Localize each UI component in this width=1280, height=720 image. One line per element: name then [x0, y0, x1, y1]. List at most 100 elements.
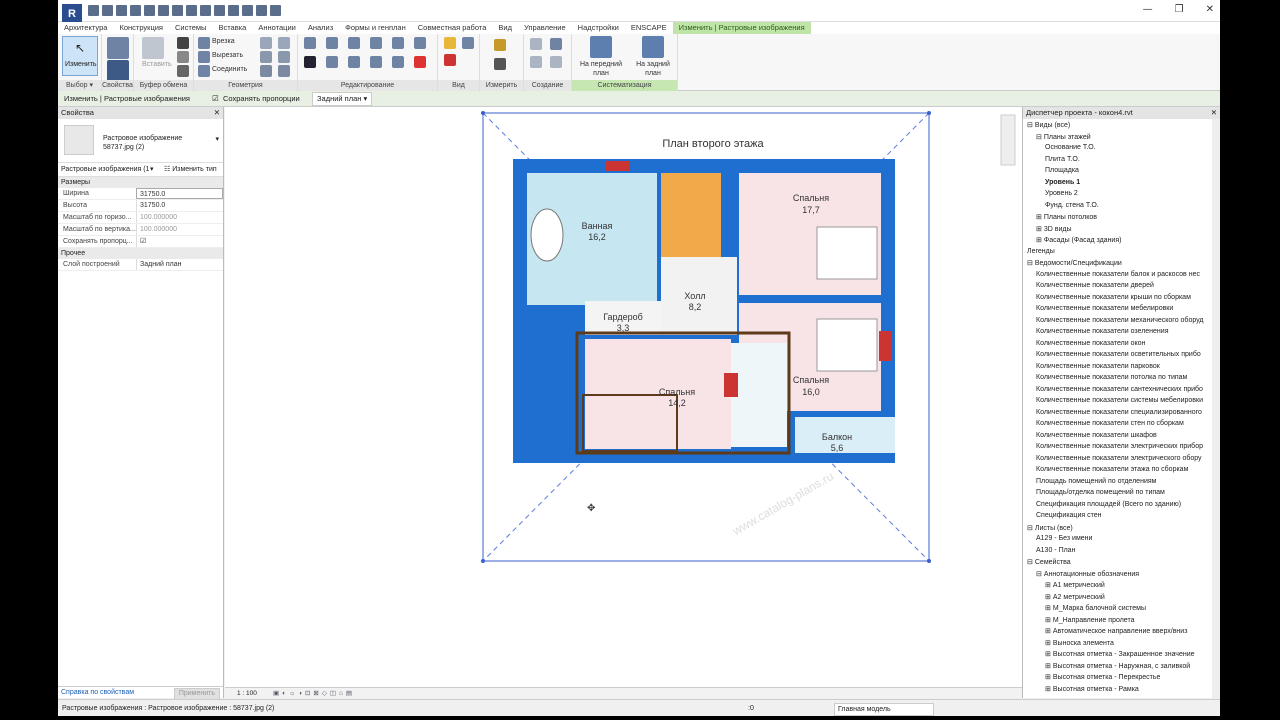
- browser-item[interactable]: Количественные показатели системы мебели…: [1036, 397, 1203, 404]
- tab-systems[interactable]: Системы: [169, 22, 212, 34]
- browser-item[interactable]: ⊟ Ведомости/Спецификации: [1027, 259, 1122, 267]
- delete-icon[interactable]: [414, 56, 426, 68]
- browser-item[interactable]: Площадь/отделка помещений по типам: [1036, 489, 1165, 496]
- browser-item[interactable]: ⊞ М_Марка балочной системы: [1045, 604, 1146, 612]
- minimize-button[interactable]: —: [1143, 4, 1153, 15]
- browser-item[interactable]: ⊞ Высотная отметка - Перекрестье: [1045, 673, 1160, 681]
- send-back-icon[interactable]: [642, 36, 664, 58]
- expand-toggle-icon[interactable]: ⊞: [1036, 214, 1042, 221]
- thin-lines-icon[interactable]: [242, 5, 253, 16]
- save-icon[interactable]: [102, 5, 113, 16]
- expand-toggle-icon[interactable]: ⊞: [1045, 594, 1051, 601]
- pin-icon[interactable]: [414, 37, 426, 49]
- expand-toggle-icon[interactable]: ⊟: [1036, 134, 1042, 141]
- browser-item[interactable]: Количественные показатели озеленения: [1036, 328, 1169, 335]
- grip-handle[interactable]: [927, 111, 931, 115]
- browser-item[interactable]: Уровень 2: [1045, 190, 1078, 197]
- section-other[interactable]: Прочее: [58, 248, 223, 259]
- properties-icon[interactable]: [107, 37, 129, 59]
- modify-button[interactable]: ↖ Изменить: [62, 36, 98, 76]
- mirror-axis-icon[interactable]: [348, 37, 360, 49]
- browser-item[interactable]: Количественные показатели механического …: [1036, 317, 1204, 324]
- browser-item[interactable]: Количественные показатели дверей: [1036, 282, 1154, 289]
- switch-windows-icon[interactable]: [270, 5, 281, 16]
- remove-paint-icon[interactable]: [278, 65, 290, 77]
- browser-item[interactable]: Количественные показатели мебелировки: [1036, 305, 1173, 312]
- browser-item[interactable]: ⊟ Семейства: [1027, 558, 1071, 566]
- tab-architecture[interactable]: Архитектура: [58, 22, 113, 34]
- 3d-view-icon[interactable]: [214, 5, 225, 16]
- expand-toggle-icon[interactable]: ⊞: [1045, 605, 1051, 612]
- join-label[interactable]: Соединить: [212, 66, 247, 73]
- beam-joins-icon[interactable]: [260, 65, 272, 77]
- split-face-icon[interactable]: [278, 37, 290, 49]
- close-button[interactable]: ✕: [1206, 4, 1214, 15]
- tab-structure[interactable]: Конструкция: [113, 22, 169, 34]
- browser-item[interactable]: Количественные показатели электрических …: [1036, 443, 1203, 450]
- expand-toggle-icon[interactable]: ⊞: [1036, 226, 1042, 233]
- expand-toggle-icon[interactable]: ⊞: [1045, 582, 1051, 589]
- draw-layer-value[interactable]: Задний план: [136, 259, 223, 270]
- demolish-icon[interactable]: [278, 51, 290, 63]
- browser-item[interactable]: ⊞ Высотная отметка - Закрашенное значение: [1045, 650, 1195, 658]
- tab-collaborate[interactable]: Совместная работа: [412, 22, 493, 34]
- browser-item[interactable]: ⊞ 3D виды: [1036, 225, 1072, 233]
- browser-item[interactable]: ⊞ Высотная отметка - Наружная, с заливкой: [1045, 662, 1190, 670]
- bring-front-label[interactable]: На передний план: [578, 60, 624, 78]
- print-icon[interactable]: [158, 5, 169, 16]
- browser-item[interactable]: ⊞ А1 метрический: [1045, 581, 1105, 589]
- copy-element-icon[interactable]: [326, 56, 338, 68]
- browser-item[interactable]: Количественные показатели балок и раскос…: [1036, 271, 1200, 278]
- align-icon[interactable]: [304, 37, 316, 49]
- floor-plan-image[interactable]: План второго этажа Ванная 16,2 Спальня 1…: [225, 107, 1022, 687]
- join-icon[interactable]: [198, 65, 210, 77]
- browser-item[interactable]: Фунд. стена Т.О.: [1045, 202, 1099, 209]
- array-icon[interactable]: [392, 56, 404, 68]
- browser-item[interactable]: Площадка: [1045, 167, 1079, 174]
- expand-toggle-icon[interactable]: ⊟: [1036, 571, 1042, 578]
- expand-toggle-icon[interactable]: ⊞: [1045, 686, 1051, 693]
- create-parts-icon[interactable]: [530, 38, 542, 50]
- tab-insert[interactable]: Вставка: [212, 22, 252, 34]
- tab-analyze[interactable]: Анализ: [302, 22, 339, 34]
- section-dimensions[interactable]: Размеры: [58, 177, 223, 188]
- measure-icon[interactable]: [172, 5, 183, 16]
- browser-item[interactable]: Основание Т.О.: [1045, 144, 1096, 151]
- properties-help-link[interactable]: Справка по свойствам: [61, 687, 134, 699]
- restore-button[interactable]: ❐: [1175, 4, 1184, 15]
- expand-toggle-icon[interactable]: ⊞: [1045, 651, 1051, 658]
- filter-dropdown-icon[interactable]: ▾: [150, 163, 154, 177]
- sync-icon[interactable]: [116, 5, 127, 16]
- redo-icon[interactable]: [144, 5, 155, 16]
- create-group-icon[interactable]: [550, 38, 562, 50]
- view-scale[interactable]: 1 : 100: [237, 688, 257, 699]
- expand-toggle-icon[interactable]: ⊞: [1045, 674, 1051, 681]
- trim-icon[interactable]: [370, 56, 382, 68]
- browser-item[interactable]: Количественные показатели этажа по сборк…: [1036, 466, 1188, 473]
- close-hidden-icon[interactable]: [256, 5, 267, 16]
- width-input[interactable]: 31750.0: [136, 188, 223, 199]
- expand-toggle-icon[interactable]: ⊟: [1027, 559, 1033, 566]
- browser-item[interactable]: Спецификация стен: [1036, 512, 1101, 519]
- browser-item[interactable]: Площадь помещений по отделениям: [1036, 478, 1156, 485]
- height-input[interactable]: 31750.0: [136, 200, 223, 211]
- browser-item[interactable]: Количественные показатели осветительных …: [1036, 351, 1201, 358]
- expand-toggle-icon[interactable]: ⊟: [1027, 260, 1033, 267]
- browser-item[interactable]: ⊟ Аннотационные обозначения: [1036, 570, 1139, 578]
- tab-modify-raster[interactable]: Изменить | Растровые изображения: [672, 22, 811, 34]
- browser-item[interactable]: ⊞ Автоматическое направление вверх/вниз: [1045, 627, 1187, 635]
- paint-icon[interactable]: [260, 51, 272, 63]
- wall-joins-icon[interactable]: [260, 37, 272, 49]
- browser-item[interactable]: Уровень 1: [1045, 179, 1080, 186]
- expand-toggle-icon[interactable]: ⊞: [1036, 237, 1042, 244]
- edit-type-button[interactable]: ☷ Изменить тип: [164, 163, 217, 177]
- browser-item[interactable]: ⊞ Высотная отметка - Рамка: [1045, 685, 1139, 693]
- browser-item[interactable]: Количественные показатели стен по сборка…: [1036, 420, 1184, 427]
- browser-item[interactable]: ⊞ Планы потолков: [1036, 213, 1097, 221]
- browser-item[interactable]: Количественные показатели специализирова…: [1036, 409, 1202, 416]
- tab-massing[interactable]: Формы и генплан: [339, 22, 412, 34]
- split-icon[interactable]: [392, 37, 404, 49]
- browser-item[interactable]: Легенды: [1027, 248, 1055, 255]
- cut-geometry-icon[interactable]: [198, 51, 210, 63]
- browser-item[interactable]: Количественные показатели парковок: [1036, 363, 1160, 370]
